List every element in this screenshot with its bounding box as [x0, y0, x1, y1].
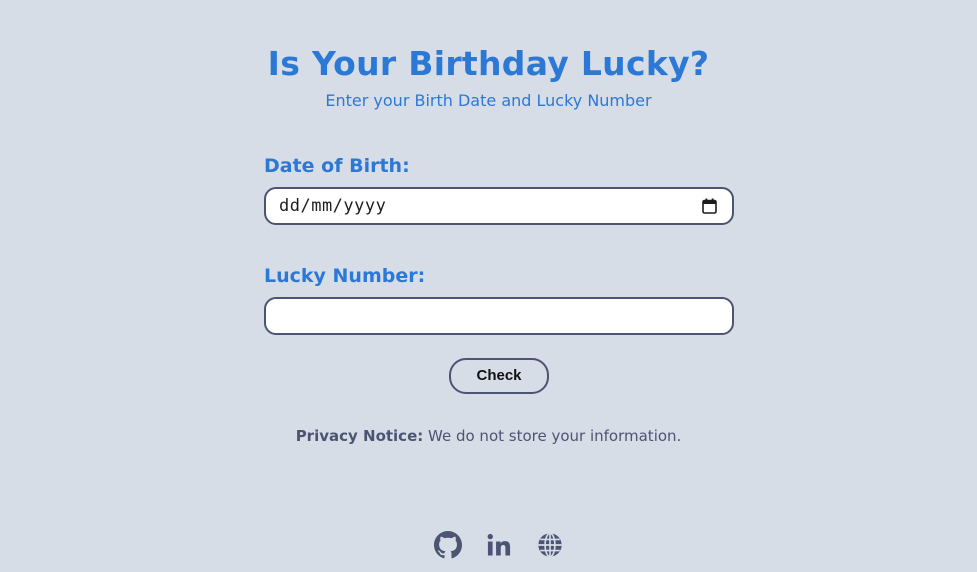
dob-label: Date of Birth: — [264, 155, 410, 177]
github-link[interactable] — [434, 531, 462, 559]
github-icon — [434, 531, 462, 559]
page-subtitle: Enter your Birth Date and Lucky Number — [325, 91, 652, 110]
lucky-number-input[interactable] — [264, 297, 734, 335]
page-title: Is Your Birthday Lucky? — [267, 44, 710, 83]
lucky-number-label: Lucky Number: — [264, 265, 426, 287]
privacy-notice: Privacy Notice: We do not store your inf… — [0, 427, 977, 445]
website-link[interactable] — [536, 531, 564, 559]
linkedin-icon — [487, 533, 511, 556]
calendar-icon[interactable] — [702, 198, 717, 214]
dob-input[interactable]: dd/mm/yyyy — [264, 187, 734, 225]
linkedin-link[interactable] — [485, 531, 513, 559]
globe-icon — [538, 532, 562, 558]
check-button[interactable]: Check — [449, 358, 549, 394]
privacy-notice-label: Privacy Notice: — [295, 427, 424, 445]
privacy-notice-text: We do not store your information. — [423, 427, 682, 445]
dob-placeholder: dd/mm/yyyy — [279, 196, 387, 216]
